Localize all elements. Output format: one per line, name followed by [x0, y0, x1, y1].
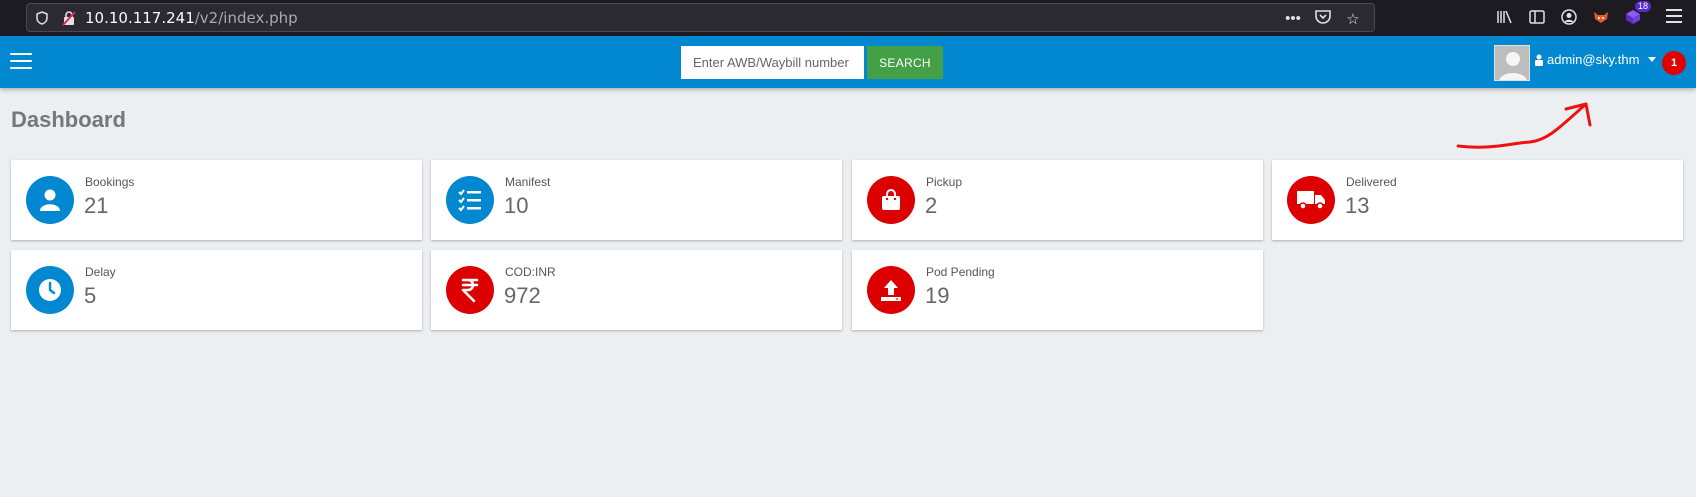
- bookmark-star-icon[interactable]: ☆: [1344, 10, 1362, 28]
- stat-value: 21: [84, 193, 109, 218]
- account-icon[interactable]: [1559, 6, 1579, 28]
- upload-icon: [867, 266, 915, 314]
- annotation-arrow: [1456, 102, 1592, 149]
- stat-card-delay[interactable]: Delay 5: [11, 250, 422, 330]
- page-title: Dashboard: [11, 107, 126, 132]
- stat-label: COD:INR: [505, 265, 556, 279]
- stat-card-cod[interactable]: COD:INR 972: [431, 250, 842, 330]
- shield-icon[interactable]: [36, 11, 48, 25]
- stat-value: 2: [925, 193, 938, 218]
- browser-menu-icon[interactable]: [1666, 9, 1682, 23]
- checklist-icon: [446, 176, 494, 224]
- browser-toolbar: 10.10.117.241/v2/index.php ••• ☆ 18: [0, 0, 1696, 36]
- top-navbar: SEARCH admin@sky.thm 1: [0, 36, 1696, 88]
- stat-card-delivered[interactable]: Delivered 13: [1272, 160, 1683, 240]
- stat-value: 13: [1345, 193, 1370, 218]
- stat-label: Manifest: [505, 175, 551, 189]
- hamburger-menu-icon[interactable]: [10, 53, 32, 70]
- stat-card-pickup[interactable]: Pickup 2: [852, 160, 1263, 240]
- insecure-lock-icon[interactable]: [62, 11, 76, 26]
- stat-value: 19: [925, 283, 950, 308]
- url-host: 10.10.117.241: [85, 9, 195, 27]
- extension-cube-icon[interactable]: 18: [1623, 1, 1651, 28]
- user-icon: [26, 176, 74, 224]
- user-avatar[interactable]: [1494, 45, 1530, 81]
- stat-card-bookings[interactable]: Bookings 21: [11, 160, 422, 240]
- user-lock-icon: [1535, 54, 1543, 66]
- caret-down-icon: [1648, 57, 1657, 62]
- stat-value: 10: [504, 193, 529, 218]
- library-icon[interactable]: [1495, 6, 1515, 28]
- stat-label: Pod Pending: [926, 265, 995, 279]
- rupee-icon: [446, 266, 494, 314]
- pocket-icon[interactable]: [1314, 9, 1332, 28]
- stat-label: Delay: [85, 265, 116, 279]
- stat-value: 972: [504, 283, 541, 308]
- extension-badge: 18: [1634, 1, 1651, 12]
- more-actions-icon[interactable]: •••: [1284, 10, 1302, 27]
- user-dropdown[interactable]: admin@sky.thm: [1534, 52, 1657, 67]
- extension-fox-icon[interactable]: [1591, 6, 1611, 28]
- search-button[interactable]: SEARCH: [867, 46, 943, 79]
- notification-badge[interactable]: 1: [1662, 51, 1686, 75]
- sidebar-icon[interactable]: [1527, 6, 1547, 28]
- url-path: /v2/index.php: [194, 9, 298, 27]
- clock-icon: [26, 266, 74, 314]
- stat-label: Delivered: [1346, 175, 1397, 189]
- address-bar[interactable]: 10.10.117.241/v2/index.php ••• ☆: [26, 3, 1375, 32]
- stat-card-manifest[interactable]: Manifest 10: [431, 160, 842, 240]
- stat-card-pod-pending[interactable]: Pod Pending 19: [852, 250, 1263, 330]
- stat-label: Bookings: [85, 175, 135, 189]
- stat-value: 5: [84, 283, 97, 308]
- stat-label: Pickup: [926, 175, 963, 189]
- truck-icon: [1287, 176, 1335, 224]
- url-text[interactable]: 10.10.117.241/v2/index.php: [85, 9, 298, 27]
- awb-search-input[interactable]: [681, 46, 864, 79]
- shopping-bag-icon: [867, 176, 915, 224]
- user-email: admin@sky.thm: [1547, 52, 1640, 67]
